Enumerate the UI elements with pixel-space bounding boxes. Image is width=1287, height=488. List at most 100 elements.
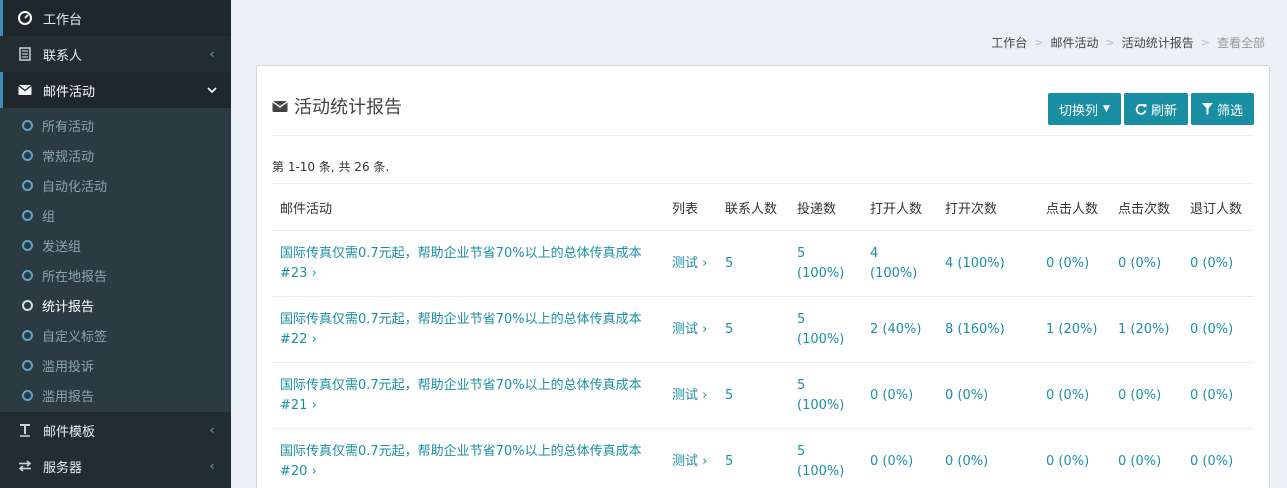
sidebar-item-templates[interactable]: 邮件模板 ‹	[0, 412, 231, 448]
clicks-cell: 0 (0%)	[1038, 428, 1110, 488]
submenu-item-groups[interactable]: 组	[0, 200, 231, 230]
table-row: 国际传真仅需0.7元起，帮助企业节省70%以上的总体传真成本 #23 › 测试 …	[272, 230, 1254, 297]
submenu-item-abuse-reports[interactable]: 滥用报告	[0, 380, 231, 410]
toggle-columns-label: 切换列	[1059, 103, 1099, 119]
circle-icon	[22, 239, 33, 251]
submenu-item-label: 组	[42, 209, 56, 225]
unsubs-cell: 0 (0%)	[1182, 230, 1254, 297]
campaign-link[interactable]: 国际传真仅需0.7元起，帮助企业节省70%以上的总体传真成本 #23 ›	[280, 246, 642, 281]
text-icon	[18, 423, 32, 437]
opens-cell: 4 (100%)	[862, 230, 937, 297]
submenu-item-send-groups[interactable]: 发送组	[0, 230, 231, 260]
chevron-left-icon: ‹	[209, 423, 215, 437]
circle-icon	[22, 179, 33, 191]
campaign-link[interactable]: 国际传真仅需0.7元起，帮助企业节省70%以上的总体传真成本 #22 ›	[280, 312, 642, 347]
circle-icon	[22, 269, 33, 281]
list-link[interactable]: 测试 ›	[672, 322, 707, 337]
circle-icon	[22, 389, 33, 401]
click-count-cell: 0 (0%)	[1110, 362, 1182, 429]
column-header-unsubscribes: 退订人数	[1182, 183, 1254, 231]
page-title: 活动统计报告	[272, 93, 402, 119]
circle-icon	[22, 119, 33, 131]
refresh-label: 刷新	[1150, 103, 1177, 119]
stats-table: 邮件活动 列表 联系人数 投递数 打开人数 打开次数 点击人数 点击次数 退订人…	[272, 183, 1254, 488]
toolbar: 切换列 ▼ 刷新 筛选	[1048, 93, 1254, 125]
breadcrumb-item-dashboard[interactable]: 工作台	[991, 34, 1027, 51]
envelope-icon	[272, 100, 288, 113]
sidebar-item-label: 服务器	[43, 460, 83, 476]
list-link[interactable]: 测试 ›	[672, 454, 707, 469]
sidebar-item-label: 邮件活动	[43, 84, 96, 100]
opens-cell: 0 (0%)	[862, 428, 937, 488]
breadcrumb: 工作台 > 邮件活动 > 活动统计报告 > 查看全部	[991, 34, 1265, 51]
sidebar-item-dashboard[interactable]: 工作台	[0, 0, 231, 36]
circle-icon	[22, 299, 33, 311]
sidebar-item-contacts[interactable]: 联系人 ‹	[0, 36, 231, 72]
dashboard-icon	[18, 11, 32, 25]
circle-icon	[22, 329, 33, 341]
campaign-link[interactable]: 国际传真仅需0.7元起，帮助企业节省70%以上的总体传真成本 #20 ›	[280, 444, 642, 479]
table-header-row: 邮件活动 列表 联系人数 投递数 打开人数 打开次数 点击人数 点击次数 退订人…	[272, 183, 1254, 231]
open-count-cell: 8 (160%)	[937, 296, 1038, 363]
chevron-left-icon: ‹	[209, 47, 215, 61]
column-header-list: 列表	[664, 183, 717, 231]
clicks-cell: 1 (20%)	[1038, 296, 1110, 363]
exchange-icon	[18, 459, 32, 473]
submenu-item-label: 滥用投诉	[42, 359, 95, 375]
filter-button[interactable]: 筛选	[1190, 93, 1254, 125]
sidebar-item-campaigns[interactable]: 邮件活动	[0, 72, 231, 108]
campaigns-submenu: 所有活动 常规活动 自动化活动 组 发送组 所在地报告 统计报告 自定义标签 滥…	[0, 108, 231, 412]
click-count-cell: 0 (0%)	[1110, 428, 1182, 488]
sidebar: 工作台 联系人 ‹ 邮件活动 所有活动 常规活动 自动化活动 组 发送组 所在地…	[0, 0, 231, 488]
open-count-cell: 0 (0%)	[937, 428, 1038, 488]
column-header-delivered: 投递数	[789, 183, 862, 231]
refresh-icon	[1135, 103, 1147, 115]
opens-cell: 2 (40%)	[862, 296, 937, 363]
submenu-item-automation[interactable]: 自动化活动	[0, 170, 231, 200]
submenu-item-label: 统计报告	[42, 299, 95, 315]
sidebar-item-label: 邮件模板	[43, 424, 96, 440]
opens-cell: 0 (0%)	[862, 362, 937, 429]
delivered-cell: 5 (100%)	[789, 230, 862, 297]
list-link[interactable]: 测试 ›	[672, 256, 707, 271]
column-header-open-count: 打开次数	[937, 183, 1038, 231]
table-row: 国际传真仅需0.7元起，帮助企业节省70%以上的总体传真成本 #20 › 测试 …	[272, 428, 1254, 488]
report-box: 活动统计报告 切换列 ▼ 刷新 筛选 第 1-10 条, 共 26 条. 邮件活…	[256, 65, 1270, 488]
unsubs-cell: 0 (0%)	[1182, 362, 1254, 429]
sidebar-item-servers[interactable]: 服务器 ‹	[0, 448, 231, 484]
breadcrumb-item-stats-report[interactable]: 活动统计报告	[1122, 34, 1194, 51]
column-header-contacts: 联系人数	[717, 183, 789, 231]
campaign-link[interactable]: 国际传真仅需0.7元起，帮助企业节省70%以上的总体传真成本 #21 ›	[280, 378, 642, 413]
submenu-item-all[interactable]: 所有活动	[0, 110, 231, 140]
submenu-item-regular[interactable]: 常规活动	[0, 140, 231, 170]
submenu-item-custom-tags[interactable]: 自定义标签	[0, 320, 231, 350]
circle-icon	[22, 359, 33, 371]
contacts-cell: 5	[717, 362, 789, 429]
sidebar-item-label: 工作台	[43, 12, 83, 28]
submenu-item-stats-report[interactable]: 统计报告	[0, 290, 231, 320]
chevron-left-icon: ‹	[209, 459, 215, 473]
pagination-summary: 第 1-10 条, 共 26 条.	[272, 160, 390, 174]
envelope-icon	[18, 83, 32, 97]
unsubs-cell: 0 (0%)	[1182, 296, 1254, 363]
delivered-cell: 5 (100%)	[789, 428, 862, 488]
clicks-cell: 0 (0%)	[1038, 362, 1110, 429]
submenu-item-geo-report[interactable]: 所在地报告	[0, 260, 231, 290]
table-row: 国际传真仅需0.7元起，帮助企业节省70%以上的总体传真成本 #22 › 测试 …	[272, 296, 1254, 363]
submenu-item-label: 常规活动	[42, 149, 95, 165]
submenu-item-label: 自动化活动	[42, 179, 108, 195]
submenu-item-label: 所在地报告	[42, 269, 108, 285]
filter-icon	[1201, 103, 1213, 115]
unsubs-cell: 0 (0%)	[1182, 428, 1254, 488]
refresh-button[interactable]: 刷新	[1123, 93, 1188, 125]
toggle-columns-button[interactable]: 切换列 ▼	[1048, 93, 1121, 125]
click-count-cell: 0 (0%)	[1110, 230, 1182, 297]
list-link[interactable]: 测试 ›	[672, 388, 707, 403]
address-book-icon	[18, 47, 32, 61]
breadcrumb-item-campaigns[interactable]: 邮件活动	[1051, 34, 1099, 51]
click-count-cell: 1 (20%)	[1110, 296, 1182, 363]
open-count-cell: 0 (0%)	[937, 362, 1038, 429]
submenu-item-abuse-complaints[interactable]: 滥用投诉	[0, 350, 231, 380]
contacts-cell: 5	[717, 296, 789, 363]
contacts-cell: 5	[717, 428, 789, 488]
